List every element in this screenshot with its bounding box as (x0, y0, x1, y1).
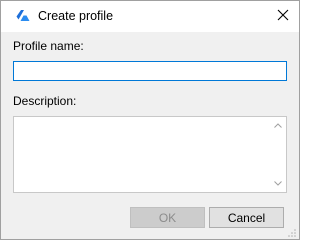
resize-grip-icon[interactable] (287, 227, 297, 237)
description-field[interactable] (13, 116, 287, 193)
ok-button[interactable]: OK (130, 207, 205, 228)
description-label: Description: (13, 94, 77, 108)
close-button[interactable] (271, 5, 295, 27)
scroll-down-button[interactable] (270, 176, 286, 191)
cancel-button[interactable]: Cancel (209, 207, 284, 228)
profile-name-label: Profile name: (13, 39, 84, 53)
chevron-up-icon (274, 123, 282, 128)
title-bar[interactable]: Create profile (1, 1, 299, 32)
profile-name-input[interactable] (13, 61, 287, 81)
app-logo-icon (15, 9, 31, 25)
chevron-down-icon (274, 181, 282, 186)
close-icon (277, 9, 289, 24)
description-scrollbar[interactable] (270, 117, 286, 192)
scroll-up-button[interactable] (270, 118, 286, 133)
dialog-title: Create profile (38, 9, 114, 23)
description-textarea[interactable] (14, 117, 270, 192)
create-profile-dialog: Create profile Profile name: Description… (0, 0, 300, 240)
